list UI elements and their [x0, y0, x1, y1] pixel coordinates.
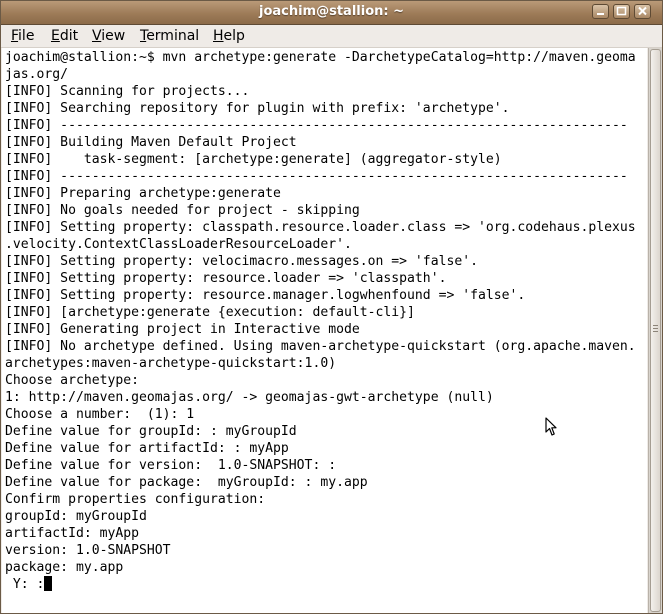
- terminal-line: archetypes:maven-archetype-quickstart:1.…: [5, 356, 337, 371]
- terminal-line: Choose a number: (1): 1: [5, 407, 195, 422]
- terminal-line: Define value for artifactId: : myApp: [5, 441, 289, 456]
- terminal-line: [INFO] Searching repository for plugin w…: [5, 101, 510, 116]
- terminal-line: Confirm properties configuration:: [5, 492, 266, 507]
- scrollbar-grip: [653, 328, 658, 329]
- menu-terminal[interactable]: Terminal: [140, 28, 199, 44]
- terminal-line: [INFO] ---------------------------------…: [5, 169, 628, 184]
- scrollbar-grip: [653, 331, 658, 332]
- menu-help[interactable]: Help: [213, 28, 245, 44]
- terminal-line: [INFO] Setting property: classpath.resou…: [5, 220, 636, 235]
- terminal-line: .velocity.ContextClassLoaderResourceLoad…: [5, 237, 352, 252]
- terminal-line: [INFO] Setting property: velocimacro.mes…: [5, 254, 478, 269]
- terminal-line: jas.org/: [5, 67, 69, 82]
- scrollbar-grip: [653, 325, 658, 326]
- terminal-line: [INFO] ---------------------------------…: [5, 118, 628, 133]
- menu-bar: File Edit View Terminal Help: [1, 25, 662, 48]
- menu-help-label: elp: [223, 28, 245, 44]
- maximize-button[interactable]: [613, 4, 630, 19]
- terminal-line: Define value for groupId: : myGroupId: [5, 424, 297, 439]
- menu-view[interactable]: View: [92, 28, 125, 44]
- terminal-line: [INFO] No goals needed for project - ski…: [5, 203, 360, 218]
- menu-help-mnemonic: H: [213, 28, 224, 44]
- minimize-icon: [597, 13, 604, 15]
- terminal-line: [INFO] No archetype defined. Using maven…: [5, 339, 636, 354]
- menu-view-mnemonic: V: [92, 28, 102, 44]
- close-button[interactable]: [634, 4, 651, 19]
- menu-file[interactable]: File: [11, 28, 34, 44]
- menu-view-label: iew: [101, 28, 126, 44]
- terminal-line: Choose archetype:: [5, 373, 140, 388]
- terminal-line: joachim@stallion:~$ mvn archetype:genera…: [5, 50, 636, 65]
- terminal-line: package: my.app: [5, 560, 124, 575]
- terminal-line: [INFO] Building Maven Default Project: [5, 135, 297, 150]
- terminal-line: [INFO] Setting property: resource.loader…: [5, 271, 447, 286]
- close-icon: [638, 6, 647, 16]
- terminal-prompt-line: Y: :: [5, 576, 53, 593]
- menu-file-mnemonic: F: [11, 28, 19, 44]
- terminal-line: [INFO] Scanning for projects...: [5, 84, 250, 99]
- terminal-line: version: 1.0-SNAPSHOT: [5, 543, 171, 558]
- title-bar[interactable]: joachim@stallion: ~: [1, 1, 662, 25]
- menu-edit-mnemonic: E: [51, 28, 60, 44]
- terminal-line: Define value for version: 1.0-SNAPSHOT: …: [5, 458, 337, 473]
- terminal-line: [INFO] Preparing archetype:generate: [5, 186, 281, 201]
- terminal-line: [INFO] Setting property: resource.manage…: [5, 288, 526, 303]
- mouse-pointer-icon: [545, 417, 557, 436]
- terminal-line: [INFO] task-segment: [archetype:generate…: [5, 152, 502, 167]
- terminal-prompt-text: Y: :: [5, 577, 45, 592]
- vertical-scrollbar[interactable]: [648, 48, 662, 613]
- minimize-button[interactable]: [592, 4, 609, 19]
- maximize-icon: [616, 6, 627, 16]
- terminal-line: groupId: myGroupId: [5, 509, 147, 524]
- window-title: joachim@stallion: ~: [258, 4, 405, 19]
- terminal-line: Define value for package: myGroupId: : m…: [5, 475, 368, 490]
- terminal-line: [INFO] [archetype:generate {execution: d…: [5, 305, 415, 320]
- terminal-window: joachim@stallion: ~ File Edit View Termi…: [0, 0, 663, 614]
- menu-edit-label: dit: [59, 28, 79, 44]
- terminal-line: artifactId: myApp: [5, 526, 140, 541]
- text-cursor: [44, 576, 53, 591]
- terminal-line: [INFO] Generating project in Interactive…: [5, 322, 360, 337]
- menu-edit[interactable]: Edit: [51, 28, 78, 44]
- terminal-output[interactable]: joachim@stallion:~$ mvn archetype:genera…: [2, 48, 647, 613]
- scrollbar-thumb[interactable]: [650, 49, 661, 612]
- terminal-line: 1: http://maven.geomajas.org/ -> geomaja…: [5, 390, 494, 405]
- menu-terminal-label: erminal: [146, 28, 200, 44]
- menu-file-label: ile: [18, 28, 35, 44]
